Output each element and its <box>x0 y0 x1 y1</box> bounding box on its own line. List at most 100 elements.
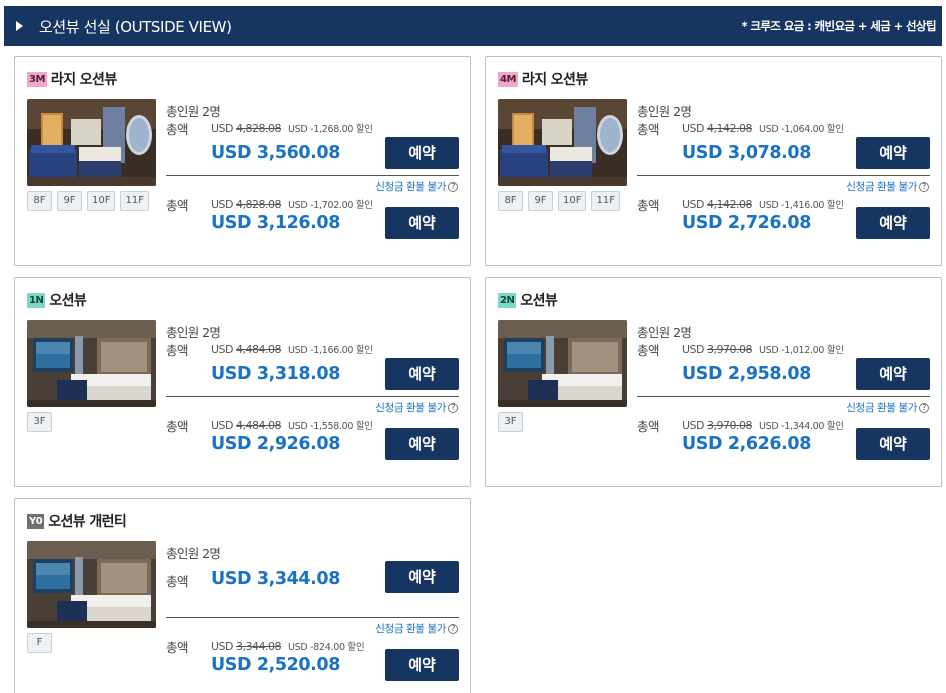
final-price: USD 2,626.08 <box>682 434 811 454</box>
original-amount: 4,828.08 <box>236 198 281 211</box>
final-price: USD 2,520.08 <box>211 655 340 675</box>
original-price: USD 4,142.08 USD -1,416.00 할인 <box>682 197 844 211</box>
reserve-button[interactable]: 예약 <box>856 358 930 390</box>
passenger-count: 총인원 2명 <box>166 325 221 340</box>
original-price: USD 3,970.08 USD -1,012.00 할인 <box>682 342 844 356</box>
total-label: 총액 <box>637 122 660 137</box>
refund-text: 신청금 환불 불가 <box>375 623 446 635</box>
original-amount: 3,344.08 <box>236 640 281 653</box>
discount-amount: USD -1,344.00 할인 <box>759 421 844 432</box>
section-title: 오션뷰 선실 (OUTSIDE VIEW) <box>39 17 232 36</box>
help-icon[interactable]: ? <box>448 623 458 634</box>
deck-button[interactable]: F <box>27 633 52 653</box>
room-photo[interactable] <box>27 320 156 407</box>
room-name: 라지 오션뷰 <box>50 72 117 88</box>
room-title: Y0 오션뷰 개런티 <box>27 511 127 531</box>
deck-button[interactable]: 8F <box>27 191 52 211</box>
original-price: USD 4,484.08 USD -1,558.00 할인 <box>211 418 373 432</box>
room-photo[interactable] <box>498 99 627 186</box>
room-photo[interactable] <box>27 99 156 186</box>
deck-button[interactable]: 3F <box>27 412 52 432</box>
section-header[interactable]: 오션뷰 선실 (OUTSIDE VIEW) * 크루즈 요금 : 캐빈요금 + … <box>4 6 942 46</box>
reserve-button[interactable]: 예약 <box>856 428 930 460</box>
refund-note[interactable]: 신청금 환불 불가 ? <box>846 400 929 415</box>
refund-text: 신청금 환불 불가 <box>846 402 917 414</box>
deck-button[interactable]: 9F <box>528 191 553 211</box>
total-label: 총액 <box>166 419 189 434</box>
reserve-button[interactable]: 예약 <box>856 137 930 169</box>
original-amount: 4,828.08 <box>236 122 281 135</box>
price-divider <box>637 396 930 397</box>
reserve-button[interactable]: 예약 <box>385 137 459 169</box>
room-code-badge: 3M <box>27 71 47 87</box>
reserve-button[interactable]: 예약 <box>385 561 459 593</box>
room-name: 오션뷰 <box>49 293 87 309</box>
room-title: 1N 오션뷰 <box>27 290 87 310</box>
cabin-card-4m: 4M 라지 오션뷰 8F 9F 10F 11F 총인원 2명 총액 USD 4,142.… <box>485 56 942 266</box>
room-name: 오션뷰 <box>520 293 558 309</box>
price-block: 총액 USD 4,828.08 USD -1,702.00 할인 USD 3,1… <box>166 195 459 261</box>
price-divider <box>637 175 930 176</box>
discount-amount: USD -824.00 할인 <box>288 642 365 653</box>
discount-amount: USD -1,166.00 할인 <box>288 345 373 356</box>
total-label: 총액 <box>166 122 189 137</box>
currency-label: USD <box>211 122 234 135</box>
help-icon[interactable]: ? <box>919 181 929 192</box>
currency-label: USD <box>211 419 234 432</box>
refund-note[interactable]: 신청금 환불 불가 ? <box>375 400 458 415</box>
final-price: USD 3,318.08 <box>211 364 340 384</box>
room-title: 3M 라지 오션뷰 <box>27 69 117 89</box>
deck-button[interactable]: 10F <box>558 191 587 211</box>
deck-list: 3F <box>27 412 52 432</box>
refund-note[interactable]: 신청금 환불 불가 ? <box>846 179 929 194</box>
price-block: 총액 USD 3,970.08 USD -1,344.00 할인 USD 2,6… <box>637 416 930 482</box>
price-divider <box>166 617 459 618</box>
discount-amount: USD -1,064.00 할인 <box>759 124 844 135</box>
final-price: USD 3,126.08 <box>211 213 340 233</box>
reserve-button[interactable]: 예약 <box>856 207 930 239</box>
total-label: 총액 <box>166 574 189 589</box>
refund-text: 신청금 환불 불가 <box>846 181 917 193</box>
cabin-card-3m: 3M 라지 오션뷰 8F 9F 10F 11F 총인원 2명 총액 USD 4,828.… <box>14 56 471 266</box>
room-photo[interactable] <box>27 541 156 628</box>
cabin-card-1n: 1N 오션뷰 3F 총인원 2명 총액 USD 4,484.08 USD -1,1… <box>14 277 471 487</box>
deck-list: F <box>27 633 52 653</box>
final-price: USD 3,078.08 <box>682 143 811 163</box>
deck-button[interactable]: 3F <box>498 412 523 432</box>
help-icon[interactable]: ? <box>448 181 458 192</box>
refund-note[interactable]: 신청금 환불 불가 ? <box>375 179 458 194</box>
cabin-card-y0: Y0 오션뷰 개런티 F 총인원 2명 총액 USD 3,344.08 예약 신청… <box>14 498 471 693</box>
room-code-badge: 2N <box>498 292 517 308</box>
expand-triangle-icon[interactable] <box>16 21 23 31</box>
total-label: 총액 <box>637 343 660 358</box>
deck-button[interactable]: 9F <box>57 191 82 211</box>
deck-list: 3F <box>498 412 523 432</box>
original-amount: 3,970.08 <box>707 343 752 356</box>
price-divider <box>166 396 459 397</box>
currency-label: USD <box>682 122 705 135</box>
currency-label: USD <box>682 343 705 356</box>
help-icon[interactable]: ? <box>919 402 929 413</box>
original-amount: 3,970.08 <box>707 419 752 432</box>
room-title: 4M 라지 오션뷰 <box>498 69 588 89</box>
deck-button[interactable]: 11F <box>120 191 149 211</box>
deck-button[interactable]: 11F <box>591 191 620 211</box>
passenger-count: 총인원 2명 <box>637 325 692 340</box>
currency-label: USD <box>211 343 234 356</box>
room-name: 라지 오션뷰 <box>521 72 588 88</box>
reserve-button[interactable]: 예약 <box>385 358 459 390</box>
deck-button[interactable]: 10F <box>87 191 116 211</box>
deck-list: 8F 9F 10F 11F <box>498 191 620 211</box>
reserve-button[interactable]: 예약 <box>385 207 459 239</box>
original-price: USD 4,828.08 USD -1,268.00 할인 <box>211 121 373 135</box>
reserve-button[interactable]: 예약 <box>385 428 459 460</box>
room-code-badge: 4M <box>498 71 518 87</box>
help-icon[interactable]: ? <box>448 402 458 413</box>
room-photo[interactable] <box>498 320 627 407</box>
refund-note[interactable]: 신청금 환불 불가 ? <box>375 621 458 636</box>
reserve-button[interactable]: 예약 <box>385 649 459 681</box>
original-amount: 4,484.08 <box>236 419 281 432</box>
deck-button[interactable]: 8F <box>498 191 523 211</box>
fare-note: * 크루즈 요금 : 캐빈요금 + 세금 + 선상팁 <box>741 19 937 33</box>
original-amount: 4,142.08 <box>707 198 752 211</box>
